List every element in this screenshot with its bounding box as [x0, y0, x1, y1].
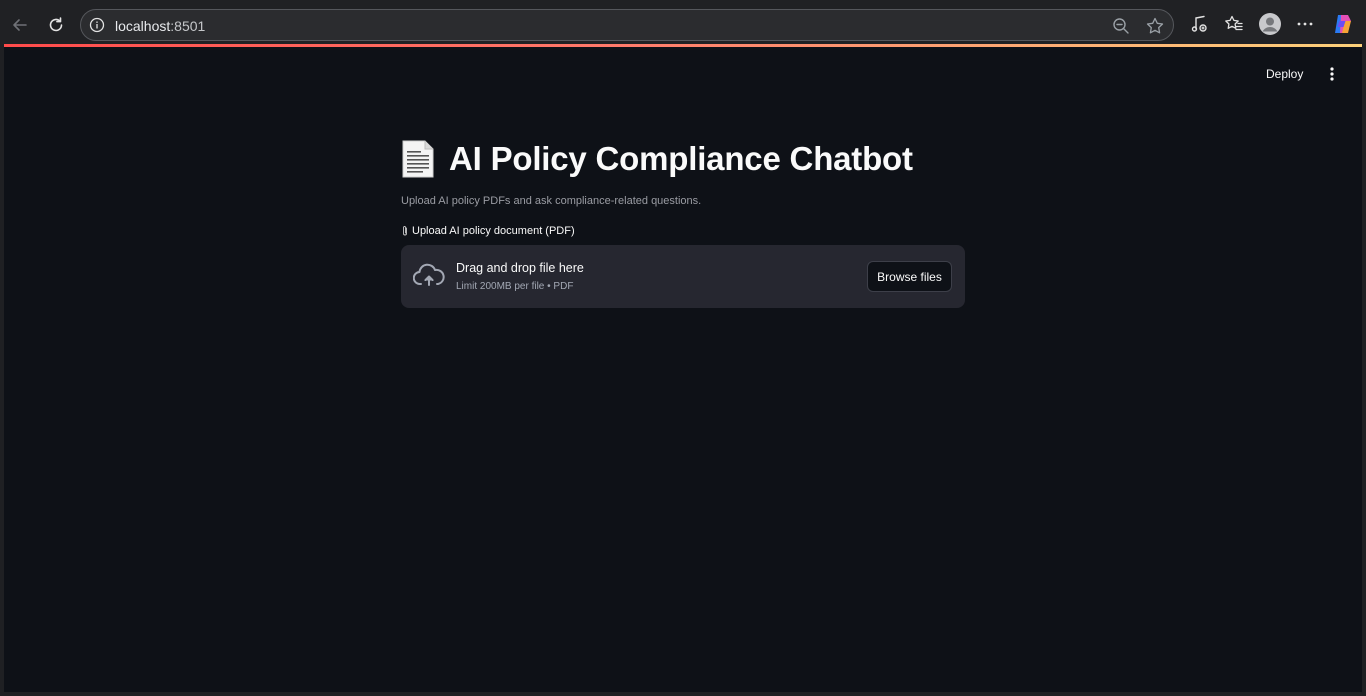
url-text[interactable]: localhost:8501 [115, 17, 205, 35]
main-content: AI Policy Compliance Chatbot Upload AI p… [401, 135, 965, 308]
back-button[interactable] [8, 13, 32, 37]
dropzone-limit: Limit 200MB per file • PDF [456, 281, 574, 292]
streamlit-app: Deploy AI Policy Compliance Chatbot Uplo… [4, 47, 1362, 692]
back-icon [13, 19, 27, 31]
main-menu-button[interactable] [1324, 64, 1340, 84]
page-caption: Upload AI policy PDFs and ask compliance… [401, 195, 702, 207]
paperclip-icon [403, 226, 407, 236]
kebab-menu-icon [1330, 67, 1334, 81]
upload-label: Upload AI policy document (PDF) [401, 223, 965, 239]
page-title: AI Policy Compliance Chatbot [449, 140, 913, 177]
star-icon[interactable] [1145, 16, 1165, 36]
document-icon [402, 140, 434, 178]
dropzone-instructions: Drag and drop file here [456, 261, 584, 275]
browser-toolbar: localhost:8501 [0, 0, 1366, 46]
reload-button[interactable] [44, 13, 68, 37]
copilot-button[interactable] [1331, 12, 1355, 36]
more-icon [1297, 22, 1313, 26]
browse-files-button[interactable]: Browse files [867, 261, 952, 292]
copilot-icon [1335, 15, 1351, 33]
site-info-icon[interactable] [89, 17, 105, 33]
url-port: :8501 [170, 18, 206, 34]
media-button[interactable] [1188, 13, 1210, 35]
url-host: localhost [115, 18, 171, 34]
upload-label-text: Upload AI policy document (PDF) [412, 225, 575, 237]
file-dropzone[interactable]: Drag and drop file here Limit 200MB per … [401, 245, 965, 308]
profile-button[interactable] [1258, 12, 1282, 36]
window-border-bottom [0, 692, 1366, 696]
favorites-icon [1225, 15, 1243, 31]
more-button[interactable] [1294, 13, 1316, 35]
address-bar[interactable]: localhost:8501 [80, 9, 1174, 41]
page-title-row: AI Policy Compliance Chatbot [401, 135, 965, 183]
reload-icon [49, 17, 63, 32]
zoom-icon[interactable] [1111, 16, 1131, 36]
favorites-button[interactable] [1223, 13, 1245, 35]
deploy-button[interactable]: Deploy [1266, 65, 1303, 83]
media-icon [1191, 15, 1207, 32]
profile-icon [1259, 13, 1281, 35]
window-border-right [1362, 46, 1366, 696]
cloud-upload-icon [413, 263, 445, 286]
